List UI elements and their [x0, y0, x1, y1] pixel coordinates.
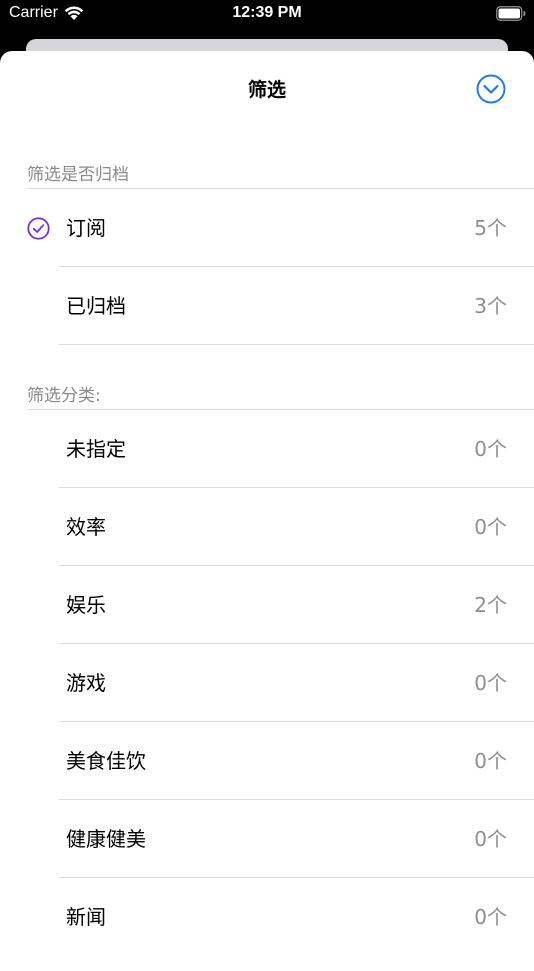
category-row-news[interactable]: 新闻 0个: [0, 878, 534, 956]
checkmark-circle-icon: [27, 217, 50, 240]
status-time: 12:39 PM: [232, 4, 302, 21]
category-row-food-drink[interactable]: 美食佳饮 0个: [0, 722, 534, 800]
sheet-title: 筛选: [247, 79, 286, 101]
row-label: 已归档: [66, 294, 126, 318]
category-row-unassigned[interactable]: 未指定 0个: [0, 410, 534, 488]
archive-section-header: 筛选是否归档: [27, 165, 129, 185]
category-section-header: 筛选分类:: [27, 386, 101, 406]
row-count: 0个: [474, 827, 507, 851]
row-label: 美食佳饮: [66, 749, 146, 773]
row-label: 娱乐: [66, 593, 106, 617]
row-count: 5个: [474, 216, 507, 240]
category-row-productivity[interactable]: 效率 0个: [0, 488, 534, 566]
row-label: 订阅: [66, 216, 106, 240]
row-label: 健康健美: [66, 827, 146, 851]
row-label: 新闻: [66, 905, 106, 929]
row-count: 0个: [474, 905, 507, 929]
row-count: 3个: [474, 294, 507, 318]
row-count: 0个: [474, 515, 507, 539]
filter-row-archived[interactable]: 已归档 3个: [0, 267, 534, 345]
row-label: 游戏: [66, 671, 106, 695]
row-count: 0个: [474, 749, 507, 773]
category-row-games[interactable]: 游戏 0个: [0, 644, 534, 722]
status-bar: Carrier 12:39 PM: [0, 0, 534, 30]
row-count: 0个: [474, 671, 507, 695]
row-label: 效率: [66, 515, 106, 539]
row-separator: [59, 344, 534, 345]
filter-sheet: 筛选 筛选是否归档 订阅 5个 已归档 3个 筛选分类: 未指定 0个 效率 0…: [0, 51, 534, 971]
battery-icon: [496, 6, 526, 21]
category-row-entertainment[interactable]: 娱乐 2个: [0, 566, 534, 644]
row-label: 未指定: [66, 437, 126, 461]
row-count: 0个: [474, 437, 507, 461]
chevron-down-circle-icon[interactable]: [475, 73, 507, 105]
row-count: 2个: [474, 593, 507, 617]
category-row-health-fitness[interactable]: 健康健美 0个: [0, 800, 534, 878]
filter-row-subscribed[interactable]: 订阅 5个: [0, 189, 534, 267]
